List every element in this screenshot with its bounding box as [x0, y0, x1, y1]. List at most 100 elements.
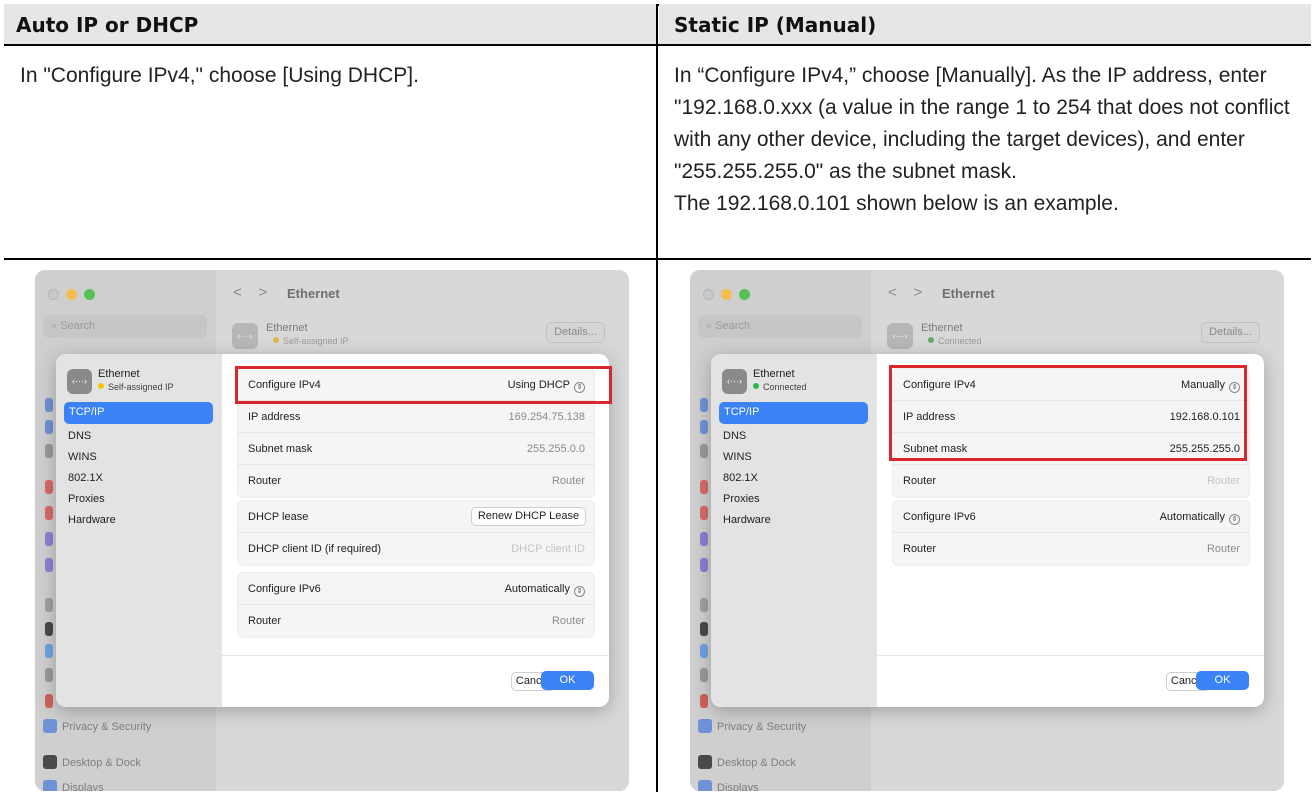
details-button[interactable]: Details...	[1201, 322, 1260, 343]
router-row[interactable]: Router Router	[893, 465, 1249, 497]
dhcp-client-id-input[interactable]: DHCP client ID	[511, 543, 585, 555]
window-title: Ethernet	[942, 286, 995, 301]
sidebar-item-displays[interactable]: Displays	[43, 780, 104, 791]
router-value: Router	[551, 475, 585, 487]
configure-ipv6-row[interactable]: Configure IPv6 Automatically ⇕	[893, 501, 1249, 533]
back-button[interactable]: <	[233, 284, 242, 301]
dialog-footer-divider	[877, 655, 1264, 656]
ok-button[interactable]: OK	[1196, 671, 1249, 690]
minimize-window-button[interactable]	[721, 289, 732, 300]
search-placeholder: Search	[715, 320, 751, 332]
back-button[interactable]: <	[888, 284, 897, 301]
sidebar-icon	[45, 644, 53, 658]
tab-dns[interactable]: DNS	[723, 430, 746, 442]
tab-dns[interactable]: DNS	[68, 430, 91, 442]
zoom-window-button[interactable]	[739, 289, 750, 300]
ipv6-settings-group: Configure IPv6 Automatically ⇕ Router Route…	[237, 572, 595, 638]
display-icon	[698, 780, 712, 791]
sidebar-icon	[700, 644, 708, 658]
router6-value: Router	[1206, 543, 1240, 555]
sidebar-icon	[700, 532, 708, 546]
search-icon: ⌕	[51, 320, 61, 332]
sidebar-item-displays[interactable]: Displays	[698, 780, 759, 791]
column-header-dhcp: Auto IP or DHCP	[4, 4, 656, 44]
ip-address-value: 169.254.75.138	[508, 411, 585, 423]
dhcp-screenshot: ⌕ Search < > Ethernet ‹···› Ethernet Sel…	[35, 270, 629, 791]
configure-ipv6-value[interactable]: Automatically	[505, 583, 570, 595]
tcpip-dialog: ‹···› Ethernet Self-assigned IP TCP/IP D…	[56, 354, 609, 707]
sidebar-item-desktop-dock[interactable]: Desktop & Dock	[43, 755, 141, 769]
tab-proxies[interactable]: Proxies	[723, 493, 760, 505]
tab-wins[interactable]: WINS	[723, 451, 752, 463]
status-dot-icon	[98, 383, 104, 389]
sidebar-icon	[45, 532, 53, 546]
zoom-window-button[interactable]	[84, 289, 95, 300]
ok-button[interactable]: OK	[541, 671, 594, 690]
chevron-updown-icon: ⇕	[1229, 514, 1240, 525]
sidebar-icon	[45, 480, 53, 494]
sidebar-icon	[700, 444, 708, 458]
table-divider-vertical	[656, 4, 658, 792]
forward-button[interactable]: >	[258, 284, 267, 301]
tab-proxies[interactable]: Proxies	[68, 493, 105, 505]
hand-icon	[698, 719, 712, 733]
sidebar-icon	[45, 444, 53, 458]
tab-hardware[interactable]: Hardware	[68, 514, 116, 526]
tab-8021x[interactable]: 802.1X	[723, 472, 758, 484]
ip-address-row: IP address 169.254.75.138	[238, 401, 594, 433]
status-dot-icon	[928, 337, 934, 343]
sidebar-icon	[700, 622, 708, 636]
search-input[interactable]: ⌕ Search	[698, 315, 862, 338]
ethernet-icon: ‹···›	[722, 369, 747, 394]
sidebar-icon	[45, 598, 53, 612]
sidebar-item-privacy-security[interactable]: Privacy & Security	[698, 719, 806, 733]
search-placeholder: Search	[60, 320, 96, 332]
sidebar-icon	[45, 622, 53, 636]
ethernet-icon: ‹···›	[232, 323, 258, 349]
navigation-arrows: < >	[233, 284, 267, 301]
search-icon: ⌕	[706, 320, 716, 332]
column-header-static: Static IP (Manual)	[659, 4, 1311, 44]
navigation-arrows: < >	[888, 284, 922, 301]
search-input[interactable]: ⌕ Search	[43, 315, 207, 338]
tab-8021x[interactable]: 802.1X	[68, 472, 103, 484]
configure-ipv6-value[interactable]: Automatically	[1160, 511, 1225, 523]
status-dot-icon	[753, 383, 759, 389]
tab-tcpip[interactable]: TCP/IP	[719, 402, 868, 424]
sidebar-item-desktop-dock[interactable]: Desktop & Dock	[698, 755, 796, 769]
dhcp-client-id-row[interactable]: DHCP client ID (if required) DHCP client …	[238, 533, 594, 565]
static-description-main: In “Configure IPv4,” choose [Manually]. …	[674, 64, 1290, 183]
dhcp-group: DHCP lease Renew DHCP Lease DHCP client I…	[237, 500, 595, 566]
static-ip-screenshot: ⌕ Search < > Ethernet ‹···› Ethernet Con…	[690, 270, 1284, 791]
close-window-button[interactable]	[48, 289, 59, 300]
service-status: Connected	[928, 336, 982, 346]
router6-row: Router Router	[903, 543, 1240, 555]
ethernet-icon: ‹···›	[67, 369, 92, 394]
minimize-window-button[interactable]	[66, 289, 77, 300]
forward-button[interactable]: >	[913, 284, 922, 301]
static-description: In “Configure IPv4,” choose [Manually]. …	[674, 60, 1299, 220]
configure-ipv6-row[interactable]: Configure IPv6 Automatically ⇕	[238, 573, 594, 605]
dialog-footer-divider	[222, 655, 609, 656]
tab-tcpip[interactable]: TCP/IP	[64, 402, 213, 424]
ethernet-icon: ‹···›	[887, 323, 913, 349]
close-window-button[interactable]	[703, 289, 714, 300]
display-icon	[43, 780, 57, 791]
service-name: Ethernet	[266, 322, 308, 334]
dock-icon	[43, 755, 57, 769]
service-name: Ethernet	[921, 322, 963, 334]
sidebar-icon	[700, 558, 708, 572]
router6-value: Router	[551, 615, 585, 627]
sidebar-icon	[700, 420, 708, 434]
highlight-box	[889, 365, 1247, 461]
renew-dhcp-lease-button[interactable]: Renew DHCP Lease	[471, 507, 586, 526]
sidebar-icon	[700, 480, 708, 494]
dialog-service-status: Connected	[753, 382, 807, 392]
sidebar-icon	[45, 694, 53, 708]
details-button[interactable]: Details...	[546, 322, 605, 343]
router-input[interactable]: Router	[1207, 475, 1240, 487]
tab-wins[interactable]: WINS	[68, 451, 97, 463]
sidebar-item-privacy-security[interactable]: Privacy & Security	[43, 719, 151, 733]
tab-hardware[interactable]: Hardware	[723, 514, 771, 526]
sidebar-icon	[700, 506, 708, 520]
